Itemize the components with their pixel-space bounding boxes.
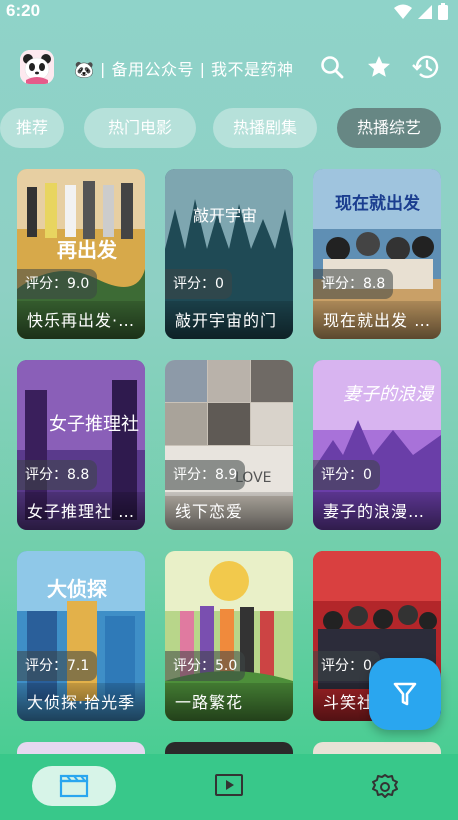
settings-gear-icon: [372, 774, 398, 798]
tab-recommend[interactable]: 推荐: [0, 108, 64, 148]
header-title: 🐼 | 备用公众号 | 我不是药神: [74, 60, 294, 78]
rating-badge: 评分：0: [165, 269, 232, 299]
wifi-icon: [394, 4, 412, 19]
rating-badge: 评分：9.0: [17, 269, 98, 299]
panda-avatar-icon[interactable]: [20, 50, 54, 84]
variety-card[interactable]: 现在就出发 评分：8.8 现在就出发 第二季: [313, 169, 441, 339]
filter-button[interactable]: [369, 658, 441, 730]
status-time: 6:20: [6, 1, 41, 20]
star-icon[interactable]: [366, 54, 392, 80]
card-title: 女子推理社 第二季: [27, 502, 137, 521]
card-title: 快乐再出发·最终季: [27, 311, 137, 330]
card-title: 妻子的浪漫旅行: [323, 502, 433, 521]
bottom-navigation: [0, 754, 458, 820]
rating-badge: 评分：8.8: [313, 269, 394, 299]
variety-card[interactable]: 大侦探 评分：7.1 大侦探·拾光季: [17, 551, 145, 721]
card-title: 大侦探·拾光季: [27, 693, 136, 712]
filter-icon: [393, 682, 417, 706]
rating-badge: 评分：7.1: [17, 651, 98, 681]
variety-card-peek[interactable]: [313, 742, 441, 754]
svg-text:妻子的浪漫: 妻子的浪漫: [343, 384, 435, 405]
rating-badge: 评分：5.0: [165, 651, 246, 681]
variety-card-peek[interactable]: [165, 742, 293, 754]
svg-text:敲开宇宙: 敲开宇宙: [193, 206, 257, 225]
nav-movies[interactable]: [32, 766, 116, 806]
svg-text:女子推理社: 女子推理社: [49, 414, 139, 435]
variety-card[interactable]: 妻子的浪漫 评分：0 妻子的浪漫旅行: [313, 360, 441, 530]
battery-icon: [438, 3, 448, 20]
app-header: 🐼 | 备用公众号 | 我不是药神: [0, 44, 458, 90]
tab-hot-variety[interactable]: 热播综艺: [337, 108, 441, 148]
variety-card-peek[interactable]: [17, 742, 145, 754]
tab-popular-movies[interactable]: 热门电影: [84, 108, 196, 148]
status-icons: [394, 3, 448, 20]
svg-text:再出发: 再出发: [57, 238, 118, 262]
nav-play[interactable]: [200, 766, 258, 806]
category-tabs: 推荐 热门电影 热播剧集 热播综艺: [0, 108, 458, 148]
variety-card[interactable]: LOVE 评分：8.9 线下恋爱: [165, 360, 293, 530]
rating-badge: 评分：8.8: [17, 460, 98, 490]
card-title: 线下恋爱: [175, 502, 244, 521]
search-icon[interactable]: [319, 54, 345, 80]
variety-card[interactable]: 女子推理社 评分：8.8 女子推理社 第二季: [17, 360, 145, 530]
signal-icon: [418, 4, 432, 19]
card-title: 敲开宇宙的门: [175, 311, 278, 330]
rating-badge: 评分：0: [313, 460, 380, 490]
play-video-icon: [215, 774, 243, 796]
variety-card[interactable]: 敲开宇宙 评分：0 敲开宇宙的门: [165, 169, 293, 339]
variety-card[interactable]: 再出发 评分：9.0 快乐再出发·最终季: [17, 169, 145, 339]
variety-card[interactable]: 评分：5.0 一路繁花: [165, 551, 293, 721]
svg-text:大侦探: 大侦探: [47, 577, 107, 601]
history-icon[interactable]: [412, 54, 440, 80]
rating-badge: 评分：8.9: [165, 460, 246, 490]
movie-clapper-icon: [59, 774, 89, 798]
card-title: 一路繁花: [175, 693, 244, 712]
tab-hot-series[interactable]: 热播剧集: [213, 108, 317, 148]
status-bar: 6:20: [0, 0, 458, 24]
card-title: 现在就出发 第二季: [323, 311, 433, 330]
svg-text:现在就出发: 现在就出发: [335, 193, 421, 214]
nav-settings[interactable]: [356, 766, 414, 806]
